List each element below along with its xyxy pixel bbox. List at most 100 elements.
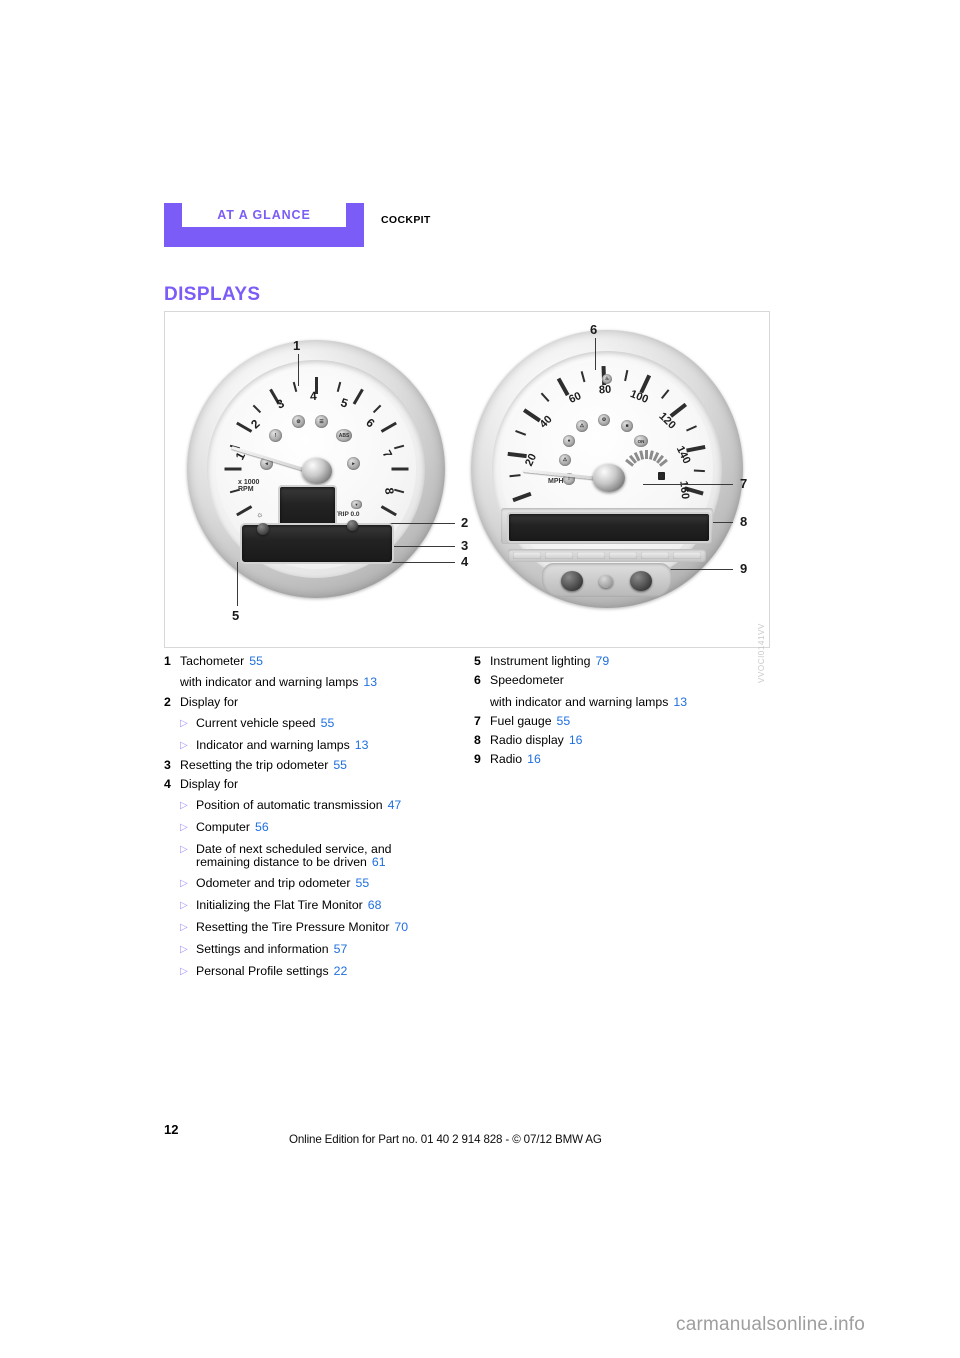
engine-warning-lamp-icon: ⚙ <box>292 415 305 428</box>
legend-subitem: ▷ Date of next scheduled service, and rema… <box>180 843 464 868</box>
callout-number-6: 6 <box>590 322 598 337</box>
chapter-label: AT A GLANCE <box>217 207 311 222</box>
page-reference-link[interactable]: 13 <box>355 738 369 752</box>
legend-subitem-line: Current vehicle speed <box>196 715 316 730</box>
legend-subitem: ▷ Indicator and warning lamps 13 <box>180 739 464 752</box>
legend-entry-head: 3 Resetting the trip odometer 55 <box>164 757 464 772</box>
legend-entry: 3 Resetting the trip odometer 55 <box>164 757 464 772</box>
speedo-unit-mph: MPH <box>548 478 564 485</box>
page-number: 12 <box>164 1122 179 1137</box>
radio-preset-button[interactable] <box>641 552 669 559</box>
footer-note: Online Edition for Part no. 01 40 2 914 … <box>289 1133 602 1146</box>
radio-preset-button[interactable] <box>577 552 605 559</box>
page-reference-link[interactable]: 16 <box>569 733 583 747</box>
legend-subitem-text: Odometer and trip odometer 55 <box>196 877 464 889</box>
legend-subitem: ▷ Current vehicle speed 55 <box>180 717 464 730</box>
legend-line-text: with indicator and warning lamps <box>490 694 669 709</box>
legend-entry: 9 Radio 16 <box>474 752 774 766</box>
legend-entry-head: 1 Tachometer 55 with indicator and warning … <box>164 655 464 689</box>
callout-leader-6 <box>595 338 596 370</box>
legend-entry-head: 7 Fuel gauge 55 <box>474 715 774 728</box>
legend-subitem: ▷ Initializing the Flat Tire Monitor 68 <box>180 899 464 912</box>
legend-line: Radio display 16 <box>490 734 774 746</box>
legend-subitem-line: Resetting the Tire Pressure Monitor <box>196 920 390 935</box>
legend-line-text: Resetting the trip odometer <box>180 757 329 772</box>
callout-number-9: 9 <box>740 561 748 576</box>
legend-subitem: ▷ Odometer and trip odometer 55 <box>180 877 464 890</box>
legend-line-text: Fuel gauge <box>490 713 552 728</box>
page-reference-link[interactable]: 68 <box>368 898 382 912</box>
legend-line: Display for <box>180 695 464 708</box>
page-reference-link[interactable]: 57 <box>334 942 348 956</box>
radio-preset-button[interactable] <box>513 552 541 559</box>
tach-tick-minor <box>372 404 382 414</box>
legend-entry-body: Resetting the trip odometer 55 <box>180 759 464 771</box>
legend-entry-head: 2 Display for ▷ Current vehicle speed 55 ▷ Ind… <box>164 694 464 752</box>
legend-subitem-line: Indicator and warning lamps <box>196 737 350 752</box>
high-beam-lamp-icon: ☰ <box>315 415 328 428</box>
page-reference-link[interactable]: 55 <box>321 716 335 730</box>
radio-tuning-knob[interactable] <box>630 571 652 591</box>
speedo-numeral: 40 <box>537 413 555 431</box>
triangle-bullet-icon: ▷ <box>180 922 188 934</box>
legend-entry-body: Speedometer with indicator and warning la… <box>490 674 774 708</box>
triangle-bullet-icon: ▷ <box>180 739 188 751</box>
page-reference-link[interactable]: 79 <box>595 654 609 668</box>
legend-subitem-line: Odometer and trip odometer <box>196 876 351 891</box>
fuel-gauge-segment <box>639 450 645 460</box>
instrument-lighting-knob[interactable] <box>257 523 269 535</box>
legend-subitem-line: Settings and information <box>196 942 329 957</box>
callout-number-1: 1 <box>293 338 301 353</box>
legend-entry-head: 4 Display for ▷ Position of automatic trans… <box>164 778 464 978</box>
page-reference-link[interactable]: 55 <box>557 714 571 728</box>
legend-entry-body: Fuel gauge 55 <box>490 715 774 727</box>
page-reference-link[interactable]: 47 <box>388 798 402 812</box>
page-reference-link[interactable]: 22 <box>334 964 348 978</box>
trip-reset-button[interactable] <box>347 520 358 531</box>
legend-entry-number: 3 <box>164 757 171 772</box>
legend-entry: 5 Instrument lighting 79 <box>474 654 774 668</box>
legend-subitem-line: Personal Profile settings <box>196 964 329 979</box>
legend-entry-head: 8 Radio display 16 <box>474 734 774 747</box>
radio-volume-knob[interactable] <box>561 571 583 591</box>
page-reference-link[interactable]: 55 <box>249 654 263 668</box>
page-reference-link[interactable]: 61 <box>372 855 386 869</box>
radio-preset-button[interactable] <box>609 552 637 559</box>
tach-tick-major <box>380 421 397 433</box>
legend-entry: 4 Display for ▷ Position of automatic trans… <box>164 778 464 978</box>
page-reference-link[interactable]: 13 <box>673 695 687 709</box>
section-label: COCKPIT <box>381 214 431 226</box>
legend-entry-number: 2 <box>164 694 171 709</box>
tach-tick-minor <box>252 404 262 414</box>
radio-preset-button[interactable] <box>673 552 701 559</box>
speedo-tick-minor <box>624 369 629 382</box>
legend-subitem-line: remaining distance to be driven 61 <box>196 854 386 869</box>
figure-stage: 1 2 3 4 5 6 7 8 x 1000 RPM ! ⚙ ☰ ABS ◂ ▸… <box>165 312 769 647</box>
page-reference-link[interactable]: 13 <box>363 675 377 689</box>
page-title: DISPLAYS <box>164 283 261 305</box>
page-reference-link[interactable]: 55 <box>333 758 347 772</box>
fog-lamp-icon: ON <box>634 435 648 447</box>
tach-unit-x1000: x 1000 <box>238 479 260 486</box>
page-reference-link[interactable]: 16 <box>527 752 541 766</box>
callout-number-5: 5 <box>232 608 240 623</box>
oil-pressure-lamp-icon: ● <box>563 435 575 447</box>
abs-lamp-icon: ABS <box>336 429 352 442</box>
tachometer-hub <box>302 458 332 484</box>
tach-tick-minor <box>394 444 405 450</box>
page-reference-link[interactable]: 56 <box>255 820 269 834</box>
callout-leader-5 <box>237 562 238 606</box>
radio-center-button[interactable] <box>599 575 613 588</box>
legend-subitem-text: Computer 56 <box>196 821 464 833</box>
page-reference-link[interactable]: 70 <box>394 920 408 934</box>
tach-numeral: 4 <box>309 388 318 404</box>
radio-preset-button[interactable] <box>545 552 573 559</box>
legend-subitem-text: Initializing the Flat Tire Monitor 68 <box>196 899 464 911</box>
tachometer-bezel: 1 2 3 4 5 6 7 8 x 1000 RPM ! ⚙ ☰ ABS ◂ ▸… <box>187 340 445 598</box>
legend-subitem: ▷ Settings and information 57 <box>180 943 464 956</box>
chapter-tab-inner: AT A GLANCE <box>182 203 346 227</box>
tach-unit-label: x 1000 RPM <box>238 479 259 494</box>
legend-entry-body: Tachometer 55 with indicator and warning l… <box>180 655 464 689</box>
legend-subitem-text: Date of next scheduled service, and remai… <box>196 843 464 868</box>
page-reference-link[interactable]: 55 <box>355 876 369 890</box>
